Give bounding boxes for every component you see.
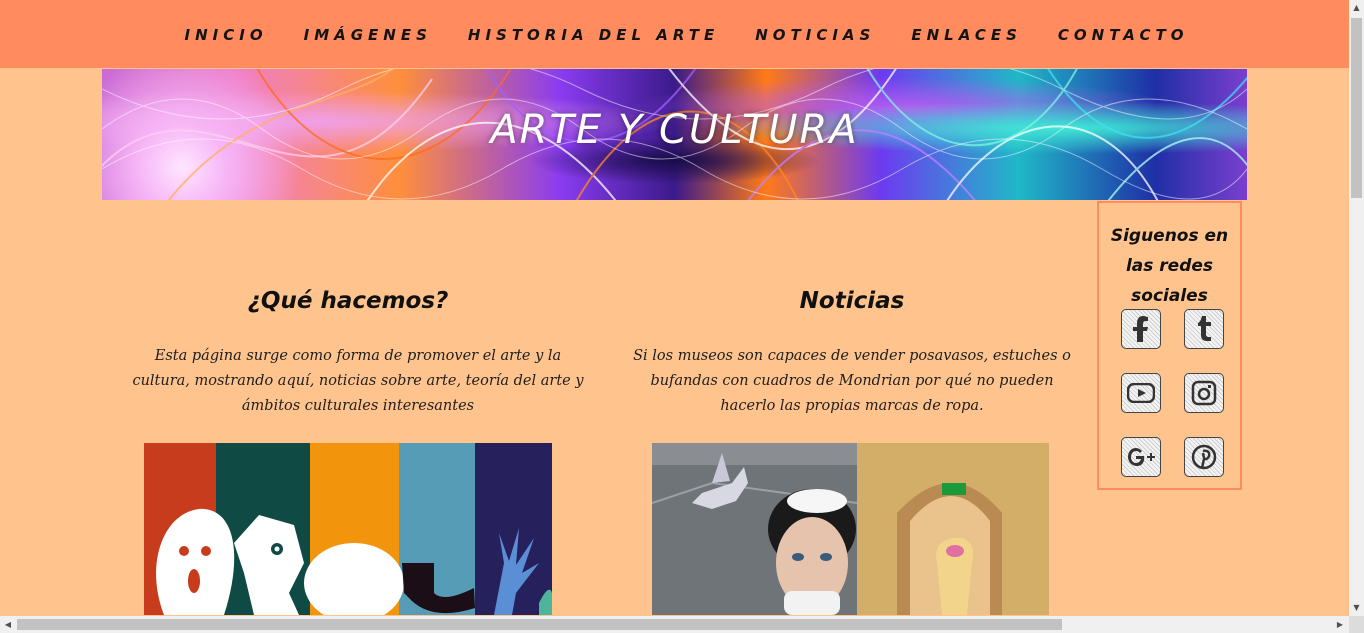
scroll-right-arrow-icon[interactable]: ▶ — [1332, 616, 1348, 633]
scroll-up-arrow-icon[interactable]: ▲ — [1349, 0, 1364, 16]
vertical-scroll-thumb[interactable] — [1351, 18, 1362, 198]
header-banner: ARTE Y CULTURA — [102, 69, 1247, 200]
facebook-icon[interactable] — [1121, 309, 1161, 349]
news-section: Noticias Si los museos son capaces de ve… — [622, 288, 1082, 414]
about-section: ¿Qué hacemos? Esta página surge como for… — [128, 288, 583, 414]
scroll-down-arrow-icon[interactable]: ▼ — [1349, 600, 1364, 616]
google-plus-icon[interactable] — [1121, 437, 1161, 477]
youtube-icon[interactable] — [1121, 373, 1161, 413]
scrollbar-corner — [1349, 616, 1364, 633]
instagram-icon[interactable] — [1184, 373, 1224, 413]
social-heading: Siguenos en las redes sociales — [1110, 226, 1229, 306]
news-heading: Noticias — [799, 288, 905, 314]
nav-item-enlaces[interactable]: ENLACES — [911, 26, 1022, 44]
site-title: ARTE Y CULTURA — [490, 107, 859, 153]
pinterest-icon[interactable] — [1184, 437, 1224, 477]
nav-item-imagenes[interactable]: IMÁGENES — [304, 26, 432, 44]
tumblr-icon[interactable] — [1184, 309, 1224, 349]
about-artwork-image — [144, 443, 552, 615]
news-fashion-image — [652, 443, 1049, 615]
nav-item-historia-del-arte[interactable]: HISTORIA DEL ARTE — [468, 26, 719, 44]
vertical-scrollbar[interactable]: ▲ ▼ — [1349, 0, 1364, 633]
nav-menu: INICIO IMÁGENES HISTORIA DEL ARTE NOTICI… — [185, 25, 1189, 44]
horizontal-scroll-thumb[interactable] — [17, 619, 1062, 630]
horizontal-scrollbar[interactable]: ◀ ▶ — [0, 616, 1349, 633]
nav-item-inicio[interactable]: INICIO — [185, 26, 268, 44]
scroll-left-arrow-icon[interactable]: ◀ — [0, 616, 16, 633]
about-heading: ¿Qué hacemos? — [247, 288, 449, 314]
social-sidebar: Siguenos en las redes sociales — [1097, 201, 1242, 490]
nav-item-contacto[interactable]: CONTACTO — [1058, 26, 1189, 44]
news-text: Si los museos son capaces de vender posa… — [633, 348, 1071, 414]
top-navigation: INICIO IMÁGENES HISTORIA DEL ARTE NOTICI… — [0, 0, 1349, 68]
about-text: Esta página surge como forma de promover… — [132, 348, 584, 414]
nav-item-noticias[interactable]: NOTICIAS — [755, 26, 875, 44]
